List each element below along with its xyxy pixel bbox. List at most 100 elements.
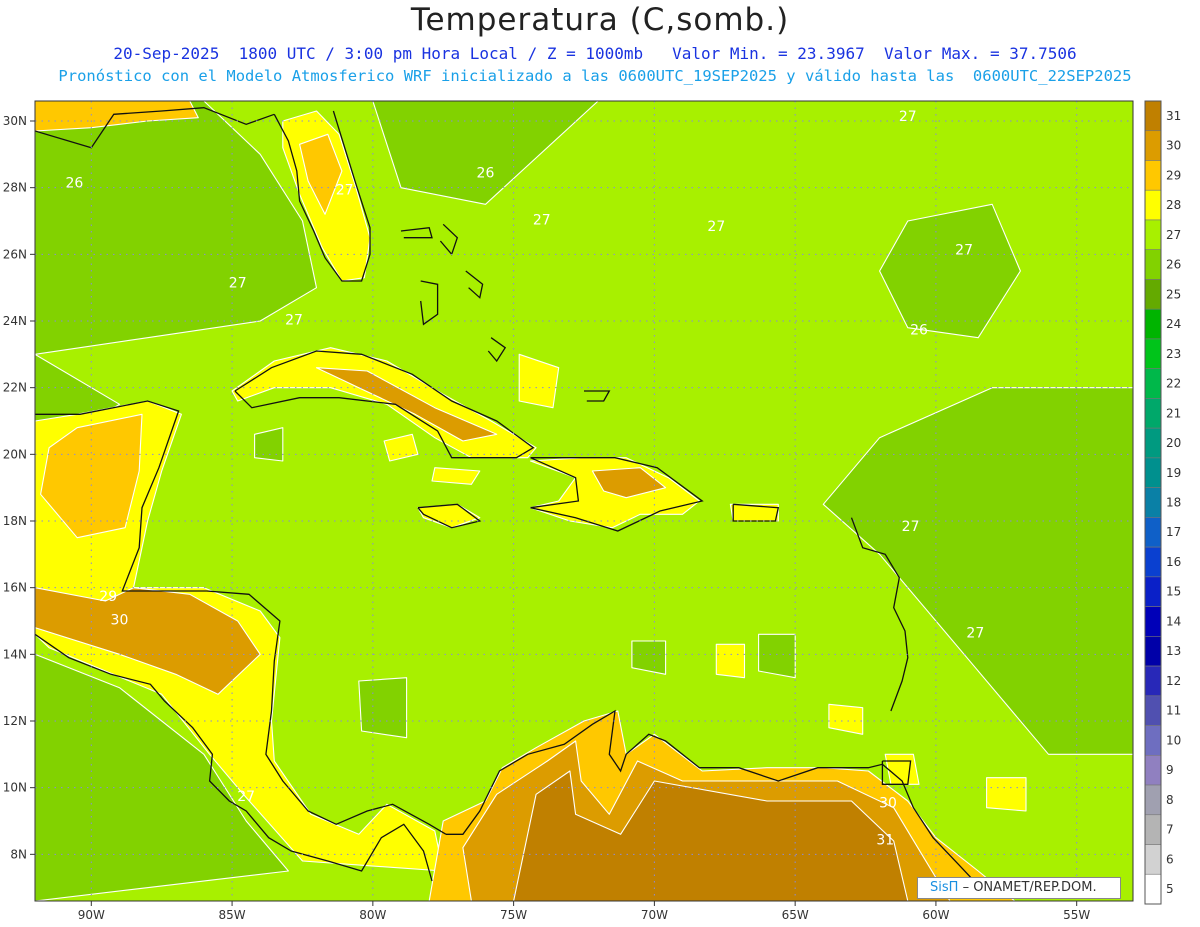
lon-tick-label: 75W — [500, 908, 527, 922]
lat-tick-label: 12N — [3, 714, 27, 728]
contour-label: 27 — [899, 109, 917, 125]
lon-tick-label: 65W — [782, 908, 809, 922]
region-cool-patch-4 — [358, 677, 408, 739]
colorbar-swatch — [1144, 308, 1162, 340]
credit-box: SisΠ – ONAMET/REP.DOM. — [917, 877, 1121, 899]
contour-label: 26 — [66, 176, 84, 192]
colorbar-label: 12 — [1166, 674, 1181, 688]
colorbar-label: 25 — [1166, 287, 1181, 301]
colorbar-label: 29 — [1166, 168, 1181, 182]
colorbar-swatch — [1144, 398, 1162, 429]
contour-label: 27 — [707, 219, 725, 235]
contour-label: 27 — [229, 276, 247, 292]
lat-tick-label: 18N — [3, 514, 27, 528]
region-trinidad-warm — [884, 753, 920, 785]
colorbar-label: 27 — [1166, 228, 1181, 242]
lat-tick-label: 20N — [3, 447, 27, 461]
colorbar-swatch — [1144, 427, 1162, 459]
contour-label: 31 — [876, 832, 894, 848]
colorbar-label: 24 — [1166, 317, 1181, 331]
colorbar-label: 17 — [1166, 525, 1181, 539]
colorbar-swatch — [1144, 606, 1162, 637]
sispi-logo: SisΠ — [930, 880, 959, 895]
colorbar-label: 20 — [1166, 436, 1181, 450]
lat-tick-label: 26N — [3, 247, 27, 261]
contour-label: 27 — [902, 519, 920, 535]
lat-tick-label: 30N — [3, 114, 27, 128]
colorbar-swatch — [1144, 725, 1162, 756]
colorbar-swatch — [1144, 844, 1162, 875]
colorbar-label: 23 — [1166, 347, 1181, 361]
colorbar-swatch — [1144, 249, 1162, 280]
region-east-warm — [986, 777, 1027, 812]
lon-tick-label: 55W — [1063, 908, 1090, 922]
contour-label: 29 — [99, 589, 117, 605]
colorbar-swatch — [1144, 576, 1162, 607]
lat-tick-label: 28N — [3, 181, 27, 195]
colorbar-swatch — [1144, 814, 1162, 845]
colorbar-label: 13 — [1166, 644, 1181, 658]
contour-label: 26 — [910, 322, 928, 338]
lon-tick-label: 80W — [359, 908, 386, 922]
colorbar-swatch — [1144, 368, 1162, 399]
colorbar-label: 6 — [1166, 852, 1174, 866]
colorbar-swatch — [1144, 517, 1162, 548]
colorbar-swatch — [1144, 784, 1162, 816]
colorbar-swatch — [1144, 189, 1162, 221]
colorbar-label: 7 — [1166, 823, 1174, 837]
lat-tick-label: 24N — [3, 314, 27, 328]
colorbar-swatch — [1144, 279, 1162, 310]
colorbar-label: 5 — [1166, 882, 1174, 896]
lon-tick-label: 70W — [641, 908, 668, 922]
colorbar-swatch — [1144, 636, 1162, 667]
plot-area: 26 27 27 26 27 27 27 26 27 27 27 27 30 29 27 30 31 — [35, 101, 1133, 901]
colorbar-swatch — [1144, 873, 1162, 905]
lat-tick-label: 8N — [10, 847, 27, 861]
lat-tick-label: 14N — [3, 647, 27, 661]
lat-tick-label: 16N — [3, 581, 27, 595]
contour-label: 30 — [111, 612, 129, 628]
colorbar-label: 14 — [1166, 614, 1181, 628]
region-caribbean-warm-1 — [431, 467, 481, 485]
colorbar-swatch — [1144, 219, 1162, 251]
colorbar-label: 15 — [1166, 585, 1181, 599]
lat-tick-label: 10N — [3, 781, 27, 795]
colorbar-label: 30 — [1166, 139, 1181, 153]
contour-label: 27 — [966, 626, 984, 642]
credit-text: – ONAMET/REP.DOM. — [962, 880, 1097, 895]
colorbar-swatch — [1144, 338, 1162, 369]
colorbar-swatch — [1144, 695, 1162, 726]
colorbar-label: 8 — [1166, 793, 1174, 807]
colorbar-label: 9 — [1166, 763, 1174, 777]
lat-tick-label: 22N — [3, 381, 27, 395]
colorbar-label: 31 — [1166, 109, 1181, 123]
colorbar-label: 21 — [1166, 406, 1181, 420]
lon-tick-label: 90W — [78, 908, 105, 922]
colorbar-label: 16 — [1166, 555, 1181, 569]
colorbar-swatch — [1144, 754, 1162, 786]
contour-label: 27 — [336, 182, 354, 198]
colorbar-label: 26 — [1166, 258, 1181, 272]
colorbar-label: 28 — [1166, 198, 1181, 212]
contour-label: 26 — [477, 166, 495, 182]
colorbar-label: 10 — [1166, 733, 1181, 747]
colorbar-label: 22 — [1166, 377, 1181, 391]
contour-label: 30 — [879, 796, 897, 812]
colorbar-swatch — [1144, 160, 1162, 191]
colorbar-swatch — [1144, 546, 1162, 578]
colorbar-swatch — [1144, 457, 1162, 488]
contour-label: 27 — [285, 312, 303, 328]
colorbar-swatch — [1144, 100, 1162, 132]
colorbar-swatch — [1144, 665, 1162, 697]
colorbar-label: 18 — [1166, 496, 1181, 510]
lon-tick-label: 85W — [219, 908, 246, 922]
contour-label: 27 — [955, 242, 973, 258]
region-caribbean-warm-3 — [715, 643, 746, 679]
colorbar-swatch — [1144, 487, 1162, 518]
lon-tick-label: 60W — [922, 908, 949, 922]
temperature-map: 26 27 27 26 27 27 27 26 27 27 27 27 30 29 27 30 31 90W 85W… — [3, 100, 1181, 922]
contour-label: 27 — [237, 789, 255, 805]
colorbar-label: 19 — [1166, 466, 1181, 480]
colorbar-label: 11 — [1166, 704, 1181, 718]
region-cool-patch-2 — [758, 633, 796, 679]
